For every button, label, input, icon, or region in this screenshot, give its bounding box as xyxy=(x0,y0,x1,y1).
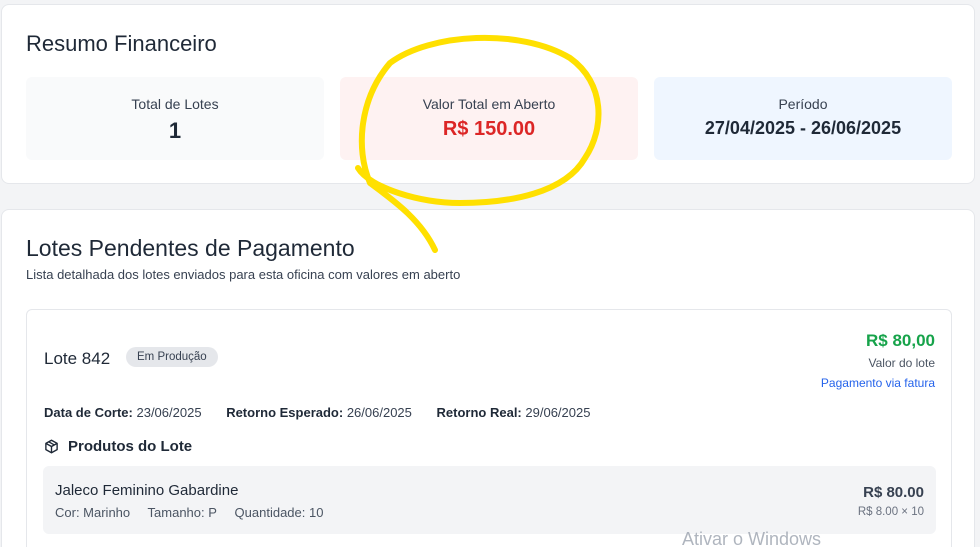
date-retorno-esperado: Retorno Esperado: 26/06/2025 xyxy=(226,405,412,420)
product-size: Tamanho: P xyxy=(147,505,217,520)
product-name: Jaleco Feminino Gabardine xyxy=(55,482,239,499)
date-corte-label: Data de Corte: xyxy=(44,405,133,420)
stat-valor-aberto: Valor Total em Aberto R$ 150.00 xyxy=(340,77,638,160)
products-heading-label: Produtos do Lote xyxy=(68,438,193,455)
status-badge: Em Produção xyxy=(126,347,218,367)
products-heading: Produtos do Lote xyxy=(44,438,192,455)
lot-card: Lote 842 Em Produção R$ 80,00 Valor do l… xyxy=(26,309,952,547)
stat-valor-aberto-value: R$ 150.00 xyxy=(442,118,536,140)
pending-lots-card: Lotes Pendentes de Pagamento Lista detal… xyxy=(1,209,975,547)
stat-valor-aberto-label: Valor Total em Aberto xyxy=(422,96,556,112)
date-retorno-esperado-value: 26/06/2025 xyxy=(346,405,412,420)
stat-total-lotes-value: 1 xyxy=(168,118,182,143)
summary-card: Resumo Financeiro Total de Lotes 1 Valor… xyxy=(1,4,975,184)
date-corte-value: 23/06/2025 xyxy=(136,405,202,420)
lot-dates: Data de Corte: 23/06/2025 Retorno Espera… xyxy=(44,405,611,420)
product-meta: Cor: Marinho Tamanho: P Quantidade: 10 xyxy=(55,505,337,520)
stat-periodo: Período 27/04/2025 - 26/06/2025 xyxy=(654,77,952,160)
product-unit-price: R$ 8.00 × 10 xyxy=(857,506,924,518)
stat-periodo-value: 27/04/2025 - 26/06/2025 xyxy=(704,118,902,138)
date-retorno-real-value: 29/06/2025 xyxy=(525,405,591,420)
product-color: Cor: Marinho xyxy=(55,505,131,520)
product-quantity: Quantidade: 10 xyxy=(234,505,324,520)
payment-link[interactable]: Pagamento via fatura xyxy=(821,376,935,390)
date-retorno-real-label: Retorno Real: xyxy=(436,405,522,420)
windows-activation-watermark: Ativar o Windows xyxy=(682,529,822,547)
lot-price: R$ 80,00 xyxy=(866,331,935,350)
product-total: R$ 80.00 xyxy=(863,484,924,501)
stat-total-lotes: Total de Lotes 1 xyxy=(26,77,324,160)
pending-subtitle: Lista detalhada dos lotes enviados para … xyxy=(26,267,461,282)
date-retorno-real: Retorno Real: 29/06/2025 xyxy=(437,405,591,420)
product-item: Jaleco Feminino Gabardine Cor: Marinho T… xyxy=(43,466,936,534)
stat-periodo-label: Período xyxy=(778,96,828,112)
box-icon xyxy=(45,439,58,454)
lot-price-label: Valor do lote xyxy=(868,356,936,370)
summary-title: Resumo Financeiro xyxy=(26,31,217,56)
date-retorno-esperado-label: Retorno Esperado: xyxy=(226,405,344,420)
lot-title: Lote 842 xyxy=(44,349,111,368)
date-corte: Data de Corte: 23/06/2025 xyxy=(44,405,202,420)
pending-title: Lotes Pendentes de Pagamento xyxy=(26,235,355,261)
stat-total-lotes-label: Total de Lotes xyxy=(131,96,219,112)
